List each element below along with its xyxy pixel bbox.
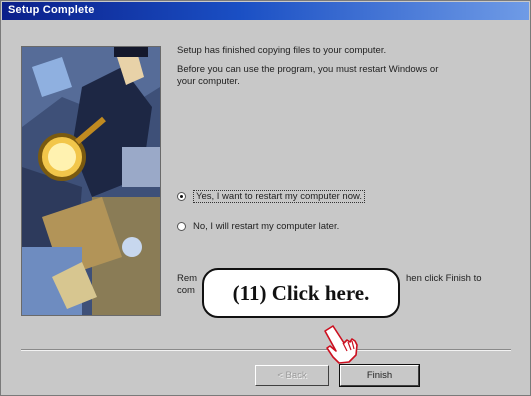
radio-label-restart-later[interactable]: No, I will restart my computer later. [193,221,339,232]
restart-notice-line2: your computer. [177,76,240,87]
radio-restart-now[interactable]: Yes, I want to restart my computer now. [177,189,365,203]
radio-label-restart-now[interactable]: Yes, I want to restart my computer now. [193,189,365,203]
title-bar[interactable]: Setup Complete [2,2,529,20]
dialog-separator [21,349,511,351]
copy-complete-text: Setup has finished copying files to your… [177,45,387,56]
pointing-hand-icon [324,325,358,364]
radio-button-selected[interactable] [177,191,186,201]
finish-button[interactable]: Finish [339,364,420,387]
instruction-fragment-left-1: Rem [177,273,198,284]
illustration-graphic [22,47,160,315]
radio-button-unselected[interactable] [177,221,186,231]
setup-illustration [21,46,161,316]
callout-text: (11) Click here. [232,280,370,305]
setup-complete-dialog: Setup Complete Setup has finished copyin… [0,0,531,396]
instruction-fragment-right-1: hen click Finish to [406,273,482,284]
radio-restart-later[interactable]: No, I will restart my computer later. [177,219,339,233]
annotation-callout: (11) Click here. [202,268,400,318]
window-title: Setup Complete [8,4,95,16]
restart-notice-line1: Before you can use the program, you must… [177,64,439,75]
instruction-fragment-left-2: com [177,285,195,296]
back-button[interactable]: < Back [255,365,329,386]
